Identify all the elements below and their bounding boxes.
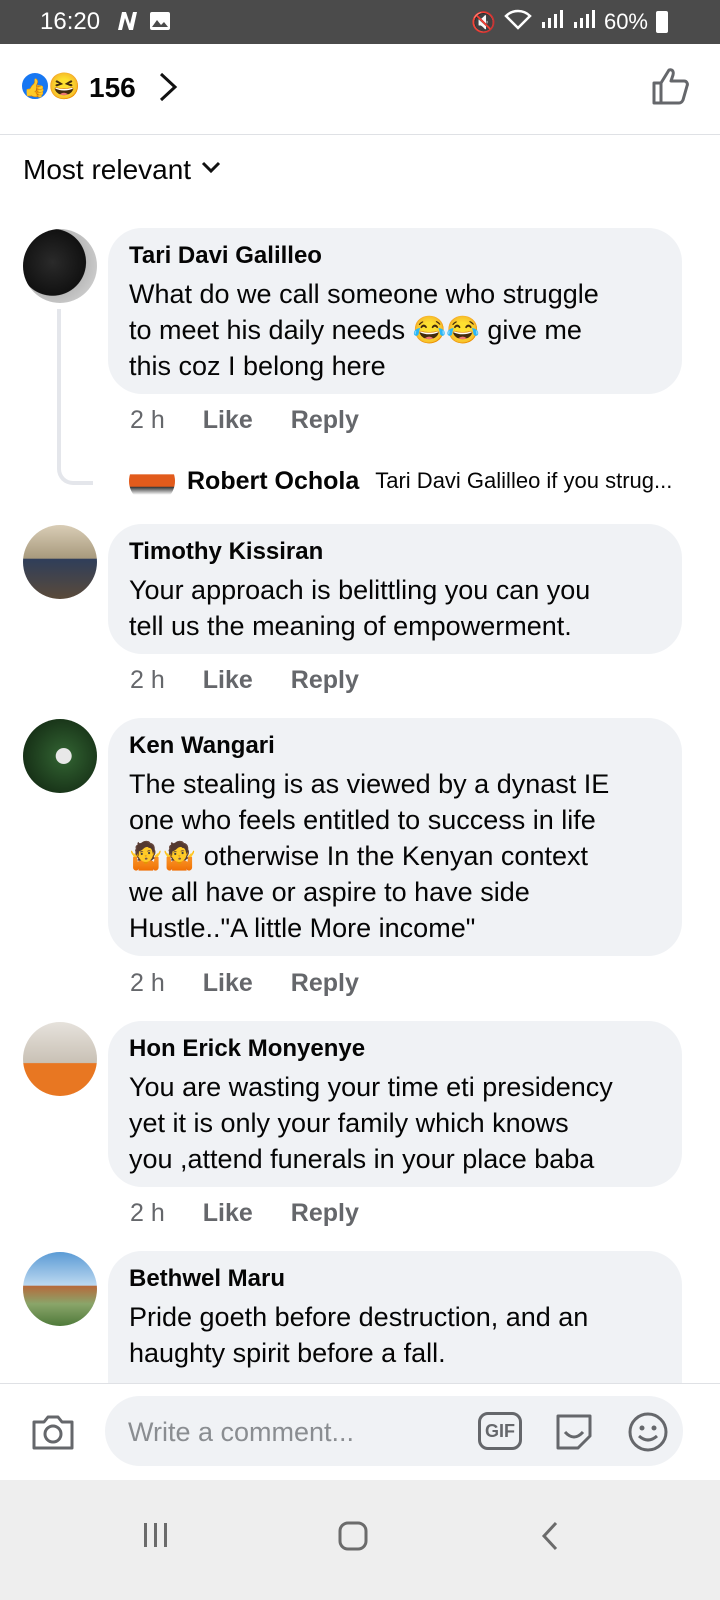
comment-actions: 2 h Like Reply <box>130 666 359 695</box>
sticker-icon[interactable] <box>552 1410 596 1459</box>
like-button[interactable]: Like <box>203 406 253 435</box>
comment-input[interactable]: Write a comment... GIF <box>105 1396 683 1466</box>
comment-bubble[interactable]: Timothy Kissiran Your approach is belitt… <box>108 524 682 654</box>
reply-avatar <box>129 458 175 504</box>
sort-label: Most relevant <box>23 154 192 185</box>
comment-line: tell us the meaning of empowerment. <box>129 611 572 641</box>
chevron-down-icon <box>201 158 221 181</box>
comment-line: this coz I belong here <box>129 351 386 381</box>
comment-line: 🤷🤷 otherwise In the Kenyan context <box>129 841 588 871</box>
comment-text: Your approach is belittling you can you … <box>129 572 662 644</box>
commenter-name[interactable]: Bethwel Maru <box>129 1265 662 1293</box>
like-thumb-icon[interactable] <box>650 66 690 111</box>
comment-bubble[interactable]: Bethwel Maru Pride goeth before destruct… <box>108 1251 682 1401</box>
comment-time: 2 h <box>130 1199 165 1227</box>
avatar[interactable] <box>23 1022 97 1096</box>
reply-snippet: Tari Davi Galilleo if you strug... <box>375 468 673 493</box>
comment-text: You are wasting your time eti presidency… <box>129 1069 662 1177</box>
avatar[interactable] <box>23 1252 97 1326</box>
comment-line: yet it is only your family which knows <box>129 1108 569 1138</box>
reply-thread-line <box>57 309 93 485</box>
like-reaction-icon: 👍 <box>20 71 50 101</box>
reply-author-name: Robert Ochola <box>187 466 360 495</box>
system-nav-bar <box>0 1480 720 1600</box>
mute-icon: 🔇 <box>471 11 496 34</box>
status-bar: 16:20 🔇 60% <box>0 0 720 44</box>
reaction-count: 156 <box>89 72 136 103</box>
avatar[interactable] <box>23 525 97 599</box>
commenter-name[interactable]: Hon Erick Monyenye <box>129 1035 662 1063</box>
signal-icon <box>540 8 564 36</box>
comment-line: What do we call someone who struggle <box>129 279 599 309</box>
reaction-summary-bar[interactable]: 👍 😆 156 <box>0 44 720 135</box>
comment-bubble[interactable]: Ken Wangari The stealing is as viewed by… <box>108 718 682 956</box>
haha-reaction-icon: 😆 <box>48 71 81 101</box>
gallery-icon <box>148 10 172 37</box>
comment-text: The stealing is as viewed by a dynast IE… <box>129 766 662 946</box>
signal-icon-2 <box>572 8 596 36</box>
reply-button[interactable]: Reply <box>291 1199 359 1228</box>
comment-line: we all have or aspire to have side <box>129 877 530 907</box>
notification-n-icon <box>116 10 140 37</box>
avatar[interactable] <box>23 229 97 303</box>
wifi-icon <box>504 8 532 36</box>
comment-line: The stealing is as viewed by a dynast IE <box>129 769 610 799</box>
reply-button[interactable]: Reply <box>291 666 359 695</box>
comment-composer: Write a comment... GIF <box>0 1383 720 1480</box>
comment-actions: 2 h Like Reply <box>130 406 359 435</box>
comment-text: Pride goeth before destruction, and an h… <box>129 1299 662 1371</box>
like-button[interactable]: Like <box>203 969 253 998</box>
comment-text: What do we call someone who struggle to … <box>129 276 662 384</box>
back-button[interactable] <box>540 1520 560 1560</box>
comments-sheet: 👍 😆 156 Most relevant Tari Davi Galilleo… <box>0 44 720 1600</box>
like-button[interactable]: Like <box>203 666 253 695</box>
emoji-icon[interactable] <box>626 1410 670 1459</box>
commenter-name[interactable]: Tari Davi Galilleo <box>129 242 662 270</box>
avatar[interactable] <box>23 719 97 793</box>
status-left-icons <box>116 10 172 37</box>
like-button[interactable]: Like <box>203 1199 253 1228</box>
comment-line: Your approach is belittling you can you <box>129 575 591 605</box>
comment-line: Pride goeth before destruction, and an <box>129 1302 589 1332</box>
commenter-name[interactable]: Ken Wangari <box>129 732 662 760</box>
reply-button[interactable]: Reply <box>291 969 359 998</box>
battery-icon <box>656 11 668 33</box>
reply-preview[interactable]: Robert Ochola Tari Davi Galilleo if you … <box>129 458 672 504</box>
reply-button[interactable]: Reply <box>291 406 359 435</box>
home-button[interactable] <box>337 1520 369 1560</box>
sort-dropdown[interactable]: Most relevant <box>23 154 221 186</box>
comment-actions: 2 h Like Reply <box>130 1199 359 1228</box>
battery-percent: 60% <box>603 9 648 34</box>
comment-time: 2 h <box>130 406 165 434</box>
comment-bubble[interactable]: Tari Davi Galilleo What do we call someo… <box>108 228 682 394</box>
comment-actions: 2 h Like Reply <box>130 969 359 998</box>
comment-line: to meet his daily needs 😂😂 give me <box>129 315 582 345</box>
comment-placeholder: Write a comment... <box>128 1417 355 1447</box>
comment-bubble[interactable]: Hon Erick Monyenye You are wasting your … <box>108 1021 682 1187</box>
comment-line: Hustle.."A little More income" <box>129 913 476 943</box>
comment-time: 2 h <box>130 666 165 694</box>
comment-line: you ,attend funerals in your place baba <box>129 1144 595 1174</box>
comment-time: 2 h <box>130 969 165 997</box>
recent-apps-button[interactable] <box>142 1520 170 1558</box>
comment-line: You are wasting your time eti presidency <box>129 1072 613 1102</box>
status-time: 16:20 <box>40 8 101 35</box>
chevron-right-icon <box>158 72 178 110</box>
comment-line: one who feels entitled to success in lif… <box>129 805 596 835</box>
camera-icon[interactable] <box>30 1412 76 1457</box>
comment-line: haughty spirit before a fall. <box>129 1338 446 1368</box>
commenter-name[interactable]: Timothy Kissiran <box>129 538 662 566</box>
status-right-icons: 🔇 60% <box>471 8 668 36</box>
gif-button[interactable]: GIF <box>478 1412 522 1450</box>
